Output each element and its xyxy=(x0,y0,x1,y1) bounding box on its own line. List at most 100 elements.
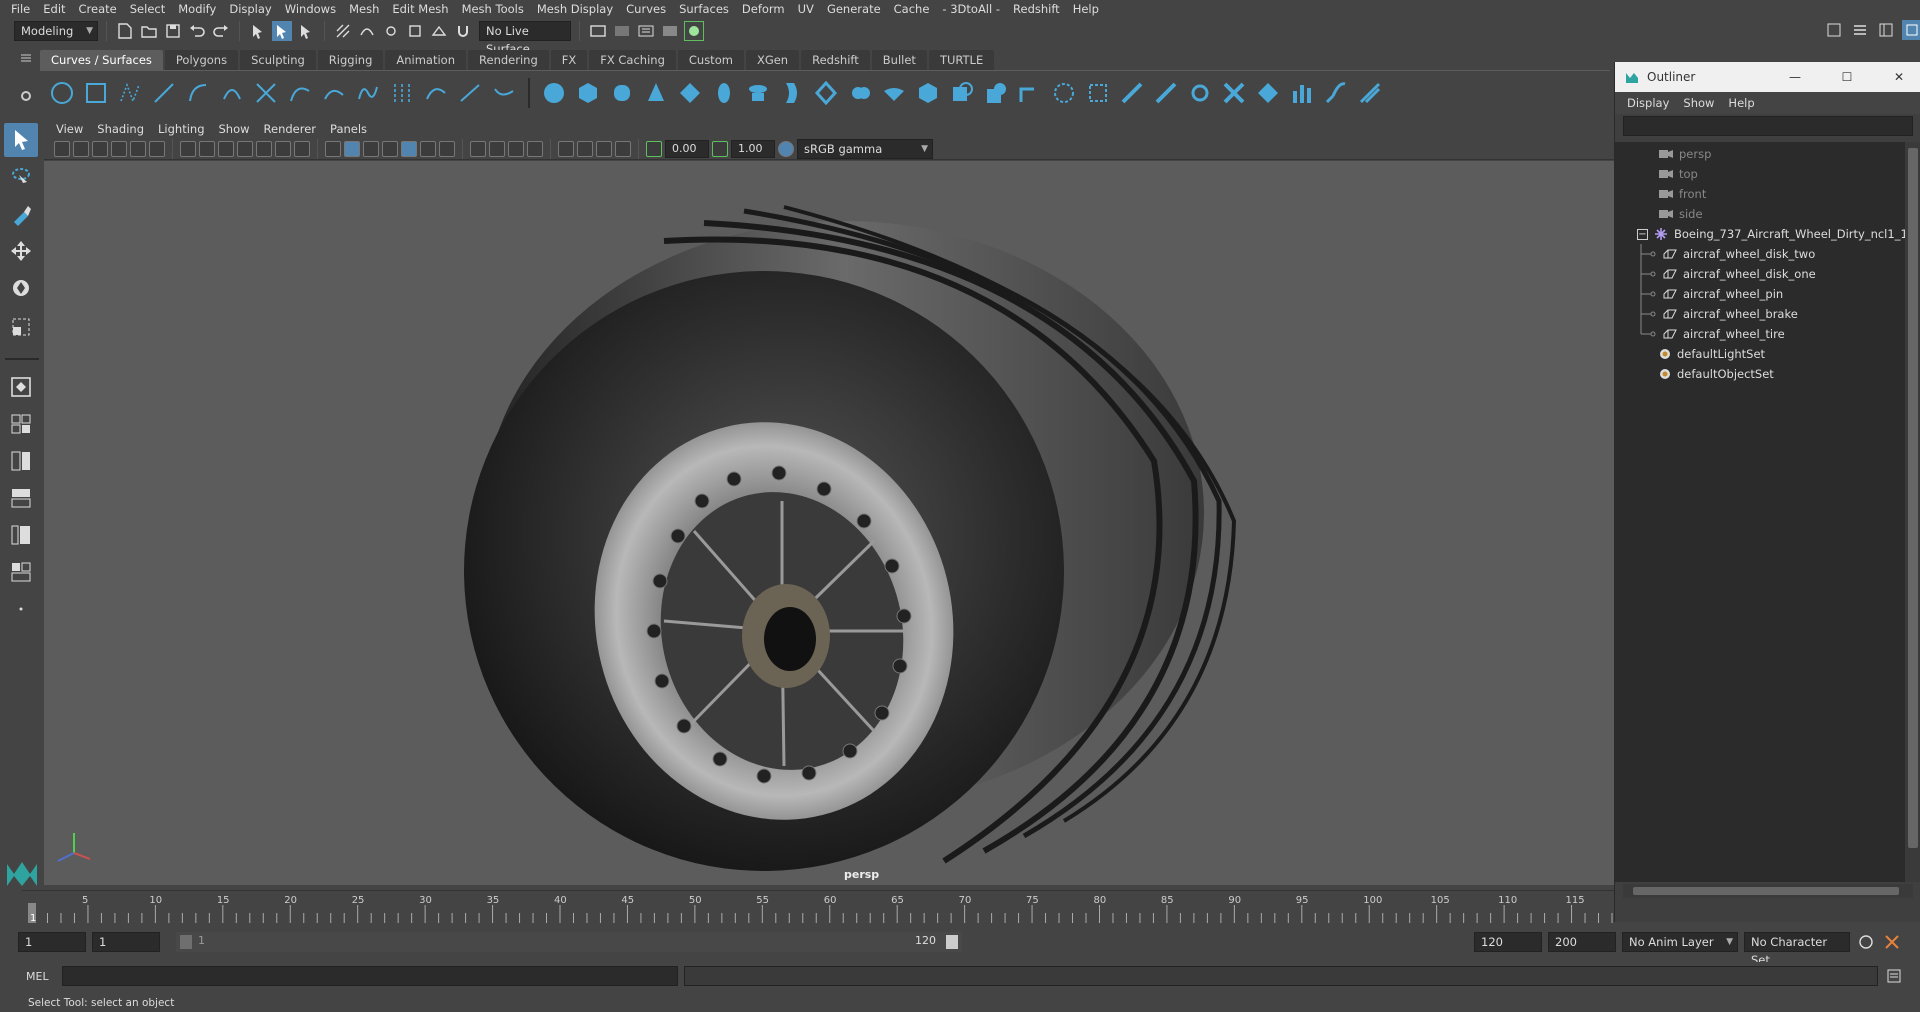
pencil-curve-icon[interactable] xyxy=(184,79,212,107)
menu--3dtoall-[interactable]: - 3DtoAll - xyxy=(937,0,1008,18)
two-view-side-layout-icon[interactable] xyxy=(4,444,38,478)
menu-deform[interactable]: Deform xyxy=(737,0,793,18)
snap-surface-icon[interactable] xyxy=(429,21,449,41)
select-component-icon[interactable] xyxy=(296,21,316,41)
viewport-menu-view[interactable]: View xyxy=(50,120,91,138)
view-transform-selector[interactable]: sRGB gamma ▼ xyxy=(797,138,933,159)
outliner-search-input[interactable] xyxy=(1623,116,1913,136)
exposure-icon[interactable] xyxy=(646,140,662,157)
bevel-icon[interactable] xyxy=(982,79,1010,107)
menu-windows[interactable]: Windows xyxy=(280,0,344,18)
loft-icon[interactable] xyxy=(778,79,806,107)
render-frame-icon[interactable] xyxy=(588,21,608,41)
auto-key-icon[interactable] xyxy=(1856,932,1876,952)
exposure-field[interactable]: 0.00 xyxy=(665,139,709,158)
square-surface-icon[interactable] xyxy=(948,79,976,107)
save-scene-icon[interactable] xyxy=(163,21,183,41)
shelf-tab-turtle[interactable]: TURTLE xyxy=(928,50,995,70)
undo-icon[interactable] xyxy=(187,21,207,41)
depth-of-field-icon[interactable] xyxy=(508,140,524,157)
snap-point-icon[interactable] xyxy=(381,21,401,41)
menu-edit[interactable]: Edit xyxy=(38,0,73,18)
snap-curve-icon[interactable] xyxy=(357,21,377,41)
viewport-menu-lighting[interactable]: Lighting xyxy=(152,120,212,138)
planar-icon[interactable] xyxy=(812,79,840,107)
bookmark-icon[interactable] xyxy=(92,140,108,157)
add-points-icon[interactable] xyxy=(490,79,518,107)
menu-display[interactable]: Display xyxy=(224,0,279,18)
viewport-menu-show[interactable]: Show xyxy=(213,120,258,138)
menu-mesh-tools[interactable]: Mesh Tools xyxy=(457,0,532,18)
range-slider[interactable]: 1 120 xyxy=(176,932,962,952)
outliner-item-camera[interactable]: top xyxy=(1659,164,1698,184)
menu-mesh-display[interactable]: Mesh Display xyxy=(532,0,621,18)
2d-pan-zoom-icon[interactable] xyxy=(130,140,146,157)
hypershade-icon[interactable] xyxy=(684,21,704,41)
ep-curve-icon[interactable] xyxy=(150,79,178,107)
outliner-item-mesh[interactable]: aircraf_wheel_brake xyxy=(1639,304,1798,324)
film-gate-icon[interactable] xyxy=(199,140,215,157)
outliner-item-mesh[interactable]: aircraf_wheel_disk_two xyxy=(1639,244,1815,264)
grid-toggle-icon[interactable] xyxy=(180,140,196,157)
arc-icon[interactable] xyxy=(218,79,246,107)
use-all-lights-icon[interactable] xyxy=(401,140,417,157)
live-surface-field[interactable]: No Live Surface xyxy=(479,21,571,56)
outliner-item-camera[interactable]: persp xyxy=(1659,144,1711,164)
time-slider[interactable]: 5 10 15 20 25 30 35 40 45 50 55 60 65 70 75 80 85 90 95 100… xyxy=(22,890,1616,924)
tool-settings-icon[interactable] xyxy=(1876,20,1896,40)
trim-tool-icon[interactable] xyxy=(1084,79,1112,107)
multisample-aa-icon[interactable] xyxy=(489,140,505,157)
outliner-item-camera[interactable]: side xyxy=(1659,204,1703,224)
cv-curve-icon[interactable] xyxy=(116,79,144,107)
align-surface-icon[interactable] xyxy=(1220,79,1248,107)
extend-curve-icon[interactable] xyxy=(388,79,416,107)
outliner-item-set[interactable]: defaultLightSet xyxy=(1659,344,1765,364)
range-end-handle[interactable] xyxy=(946,935,958,949)
offset-curve-icon[interactable] xyxy=(422,79,450,107)
move-tool-icon[interactable] xyxy=(4,234,38,268)
outliner-item-mesh[interactable]: aircraf_wheel_tire xyxy=(1639,324,1785,344)
menu-modify[interactable]: Modify xyxy=(173,0,224,18)
nurbs-torus-icon[interactable] xyxy=(710,79,738,107)
rebuild-surface-icon[interactable] xyxy=(1356,79,1384,107)
menu-help[interactable]: Help xyxy=(1068,0,1107,18)
birail-icon[interactable] xyxy=(880,79,908,107)
outliner-item-mesh[interactable]: aircraf_wheel_disk_one xyxy=(1639,264,1816,284)
detach-curve-icon[interactable] xyxy=(354,79,382,107)
shelf-gear-icon[interactable] xyxy=(20,90,34,104)
isolate-select-icon[interactable] xyxy=(527,140,543,157)
outliner-horizontal-scrollbar[interactable] xyxy=(1623,884,1913,898)
scale-tool-icon[interactable] xyxy=(4,308,38,342)
four-view-layout-icon[interactable] xyxy=(4,407,38,441)
nurbs-cube-icon[interactable] xyxy=(574,79,602,107)
menu-file[interactable]: File xyxy=(6,0,38,18)
open-close-surface-icon[interactable] xyxy=(1254,79,1282,107)
render-settings-icon[interactable] xyxy=(660,21,680,41)
curve-intersect-icon[interactable] xyxy=(252,79,280,107)
cmdline-language-label[interactable]: MEL xyxy=(26,970,56,983)
shelf-tab-fx[interactable]: FX xyxy=(550,50,588,70)
shelf-tab-sculpting[interactable]: Sculpting xyxy=(240,50,316,70)
resolution-gate-icon[interactable] xyxy=(218,140,234,157)
lasso-tool-icon[interactable] xyxy=(4,160,38,194)
menu-uv[interactable]: UV xyxy=(793,0,822,18)
nurbs-circle-icon[interactable] xyxy=(48,79,76,107)
motion-blur-icon[interactable] xyxy=(470,140,486,157)
render-sequence-icon[interactable] xyxy=(612,21,632,41)
untrim-icon[interactable] xyxy=(1118,79,1146,107)
menu-cache[interactable]: Cache xyxy=(889,0,938,18)
select-hierarchy-icon[interactable] xyxy=(248,21,268,41)
ambient-occlusion-icon[interactable] xyxy=(439,140,455,157)
channel-box-icon[interactable] xyxy=(1902,20,1920,40)
shelf-tab-polygons[interactable]: Polygons xyxy=(164,50,239,70)
shelf-tab-rigging[interactable]: Rigging xyxy=(317,50,384,70)
menu-select[interactable]: Select xyxy=(125,0,173,18)
menu-edit-mesh[interactable]: Edit Mesh xyxy=(387,0,456,18)
rotate-tool-icon[interactable] xyxy=(4,271,38,305)
nurbs-sphere-icon[interactable] xyxy=(540,79,568,107)
smooth-shade-icon[interactable] xyxy=(344,140,360,157)
project-curve-icon[interactable] xyxy=(1016,79,1044,107)
maximize-icon[interactable]: ☐ xyxy=(1825,70,1869,84)
end-frame-field[interactable]: 120 xyxy=(1474,932,1542,952)
menu-redshift[interactable]: Redshift xyxy=(1008,0,1068,18)
